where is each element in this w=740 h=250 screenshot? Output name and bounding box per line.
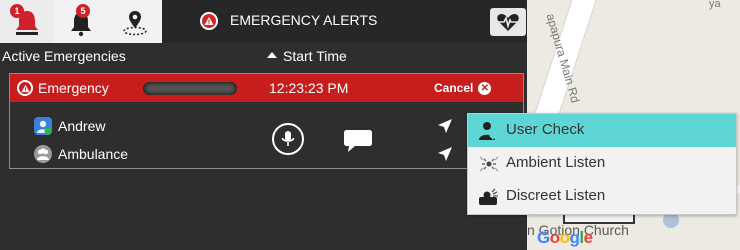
user-check-icon xyxy=(479,122,500,140)
user-avatar-icon xyxy=(34,117,52,135)
location-pin-icon xyxy=(123,10,147,35)
column-header-start-time[interactable]: Start Time xyxy=(267,48,347,64)
menu-item-label: User Check xyxy=(506,121,585,138)
google-logo: Google xyxy=(537,228,593,247)
emergency-alert-icon xyxy=(17,80,33,96)
cancel-label: Cancel xyxy=(434,81,474,95)
map-corner-label: ya xyxy=(709,0,721,10)
responder-action-menu: User Check Ambient Listen Discreet Liste… xyxy=(467,113,737,215)
menu-item-ambient-listen[interactable]: Ambient Listen xyxy=(468,147,736,180)
alerts-badge: 1 xyxy=(10,4,24,18)
responder-name: Andrew xyxy=(58,118,106,134)
discreet-listen-icon xyxy=(479,188,498,205)
emergency-panel: 1 5 EMERGENCY ALERTS Active Emergencies … xyxy=(0,0,527,250)
notifications-badge: 5 xyxy=(76,4,90,18)
menu-item-label: Discreet Listen xyxy=(506,187,606,204)
tab-notifications[interactable]: 5 xyxy=(54,0,108,43)
emergency-start-time: 12:23:23 PM xyxy=(269,80,349,96)
ambient-listen-icon xyxy=(479,156,499,172)
group-icon xyxy=(34,145,52,163)
tab-alerts[interactable]: 1 xyxy=(0,0,54,43)
responder-name: Ambulance xyxy=(58,146,129,162)
microphone-button[interactable] xyxy=(272,123,304,155)
tab-location[interactable] xyxy=(108,0,162,43)
column-header-active[interactable]: Active Emergencies xyxy=(2,48,126,64)
chat-bubble-icon[interactable] xyxy=(343,128,373,154)
close-icon: ✕ xyxy=(478,81,492,95)
cancel-button[interactable]: Cancel ✕ xyxy=(434,80,492,96)
start-time-label: Start Time xyxy=(283,48,347,64)
menu-item-label: Ambient Listen xyxy=(506,154,606,171)
page-title: EMERGENCY ALERTS xyxy=(230,12,378,28)
alert-triangle-icon xyxy=(200,12,218,30)
heartbeat-button[interactable] xyxy=(490,8,526,36)
emergency-row[interactable]: Emergency 12:23:23 PM Cancel ✕ xyxy=(10,74,523,102)
microphone-icon xyxy=(281,131,295,146)
emergency-status-bar xyxy=(143,82,237,95)
sort-asc-icon xyxy=(267,52,277,59)
navigate-arrow-icon[interactable] xyxy=(436,117,454,135)
heartbeat-icon xyxy=(497,14,519,31)
top-bar: 1 5 EMERGENCY ALERTS xyxy=(0,0,527,43)
navigate-arrow-icon[interactable] xyxy=(436,145,454,163)
menu-item-user-check[interactable]: User Check xyxy=(468,114,736,147)
menu-item-discreet-listen[interactable]: Discreet Listen xyxy=(468,180,736,213)
emergency-label: Emergency xyxy=(38,80,109,96)
